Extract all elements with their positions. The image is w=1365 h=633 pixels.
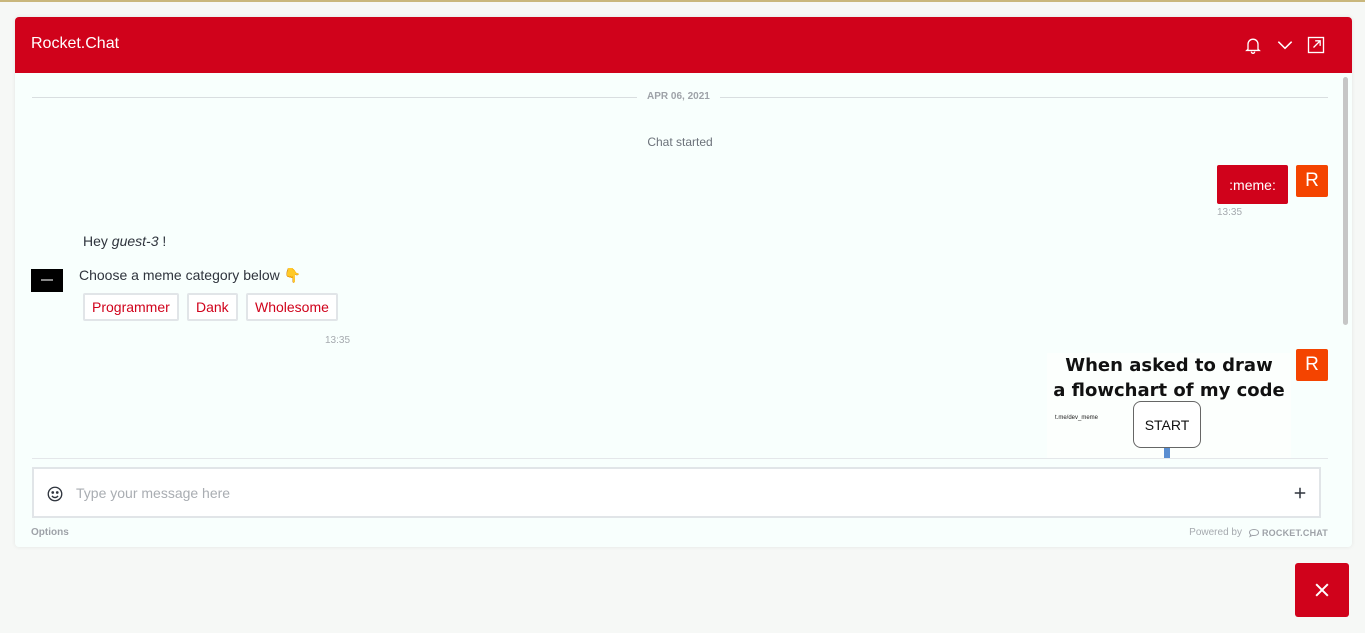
quick-reply-dank[interactable]: Dank	[187, 293, 238, 321]
rocketchat-logo[interactable]: ROCKET.CHAT	[1248, 528, 1328, 538]
bot-avatar	[31, 269, 63, 292]
message-composer	[32, 467, 1321, 518]
meme-image[interactable]: When asked to draw a flowchart of my cod…	[1047, 353, 1291, 459]
powered-by-text: Powered by	[1189, 527, 1242, 538]
chevron-down-icon[interactable]	[1274, 34, 1296, 56]
message-list[interactable]: APR 06, 2021 Chat started :meme: R 13:35…	[15, 73, 1352, 459]
quick-reply-wholesome[interactable]: Wholesome	[246, 293, 338, 321]
plus-icon[interactable]	[1291, 484, 1309, 502]
date-label: APR 06, 2021	[637, 91, 720, 102]
header-title: Rocket.Chat	[31, 35, 120, 52]
bell-icon[interactable]	[1242, 34, 1264, 56]
options-link[interactable]: Options	[31, 527, 69, 538]
composer-divider	[32, 458, 1328, 459]
user-message-time: 13:35	[1217, 207, 1243, 218]
flowchart-start-box: START	[1133, 401, 1201, 448]
bot-message-time: 13:35	[325, 335, 351, 346]
top-accent-line	[0, 0, 1365, 2]
close-icon	[1315, 583, 1329, 597]
quick-reply-programmer[interactable]: Programmer	[83, 293, 179, 321]
meme-caption: When asked to draw a flowchart of my cod…	[1053, 355, 1285, 401]
bot-prompt: Choose a meme category below 👇	[79, 267, 302, 283]
livechat-widget: Rocket.Chat APR 06, 2021 Chat started :m…	[15, 17, 1352, 547]
message-input[interactable]	[76, 481, 1256, 505]
widget-header: Rocket.Chat	[15, 17, 1352, 73]
message-scrollbar[interactable]	[1343, 77, 1348, 325]
system-message: Chat started	[647, 135, 713, 149]
bot-greeting: Hey guest-3 !	[83, 233, 167, 249]
popout-icon[interactable]	[1305, 34, 1327, 56]
user-message-bubble: :meme:	[1217, 165, 1288, 204]
powered-by: Powered by ROCKET.CHAT	[1189, 527, 1328, 538]
meme-sender-avatar: R	[1296, 349, 1328, 381]
close-widget-button[interactable]	[1295, 563, 1349, 617]
emoji-icon[interactable]	[46, 485, 64, 503]
rocketchat-logo-icon	[1248, 528, 1259, 537]
meme-credit: t.me/dev_meme	[1055, 415, 1099, 421]
guest-name: guest-3	[111, 233, 159, 249]
user-avatar: R	[1296, 165, 1328, 197]
